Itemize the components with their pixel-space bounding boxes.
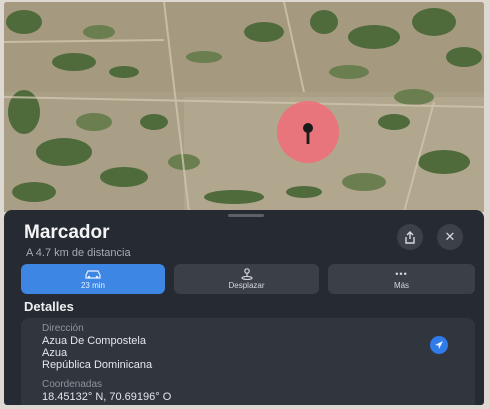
coordinates-label: Coordenadas: [42, 379, 103, 390]
pin-needle: [306, 130, 310, 144]
coordinates-value[interactable]: 18.45132° N, 70.69196° O: [42, 391, 171, 403]
location-arrow-icon: [435, 341, 443, 349]
close-icon: ✕: [444, 229, 456, 244]
more-icon: •••: [395, 269, 408, 279]
satellite-map[interactable]: [4, 2, 484, 212]
address-label: Dirección: [42, 323, 84, 334]
share-button[interactable]: [397, 224, 423, 250]
photo-frame: Marcador A 4.7 km de distancia ✕ 23 min …: [0, 0, 490, 409]
details-card: Dirección Azua De Compostela Azua Repúbl…: [21, 318, 475, 405]
more-button[interactable]: ••• Más: [328, 264, 475, 294]
distance-text: A 4.7 km de distancia: [26, 247, 131, 259]
directions-label: 23 min: [80, 281, 105, 290]
more-label: Más: [393, 281, 410, 290]
details-heading: Detalles: [24, 299, 74, 314]
look-around-icon: [240, 268, 254, 280]
address-line-1[interactable]: Azua De Compostela: [42, 335, 146, 347]
look-around-button[interactable]: Desplazar: [174, 264, 319, 294]
address-line-3[interactable]: República Dominicana: [42, 359, 152, 371]
share-icon: [405, 230, 415, 244]
phone-screen: Marcador A 4.7 km de distancia ✕ 23 min …: [4, 2, 484, 405]
directions-button[interactable]: 23 min: [21, 264, 165, 294]
sheet-grabber[interactable]: [228, 214, 264, 217]
place-sheet: Marcador A 4.7 km de distancia ✕ 23 min …: [4, 210, 484, 405]
navigate-to-address-button[interactable]: [430, 336, 448, 354]
action-buttons: 23 min Desplazar ••• Más: [21, 264, 475, 294]
car-icon: [84, 268, 102, 280]
close-button[interactable]: ✕: [437, 224, 463, 250]
look-around-label: Desplazar: [228, 281, 265, 290]
place-title: Marcador: [24, 222, 110, 243]
address-line-2[interactable]: Azua: [42, 347, 67, 359]
